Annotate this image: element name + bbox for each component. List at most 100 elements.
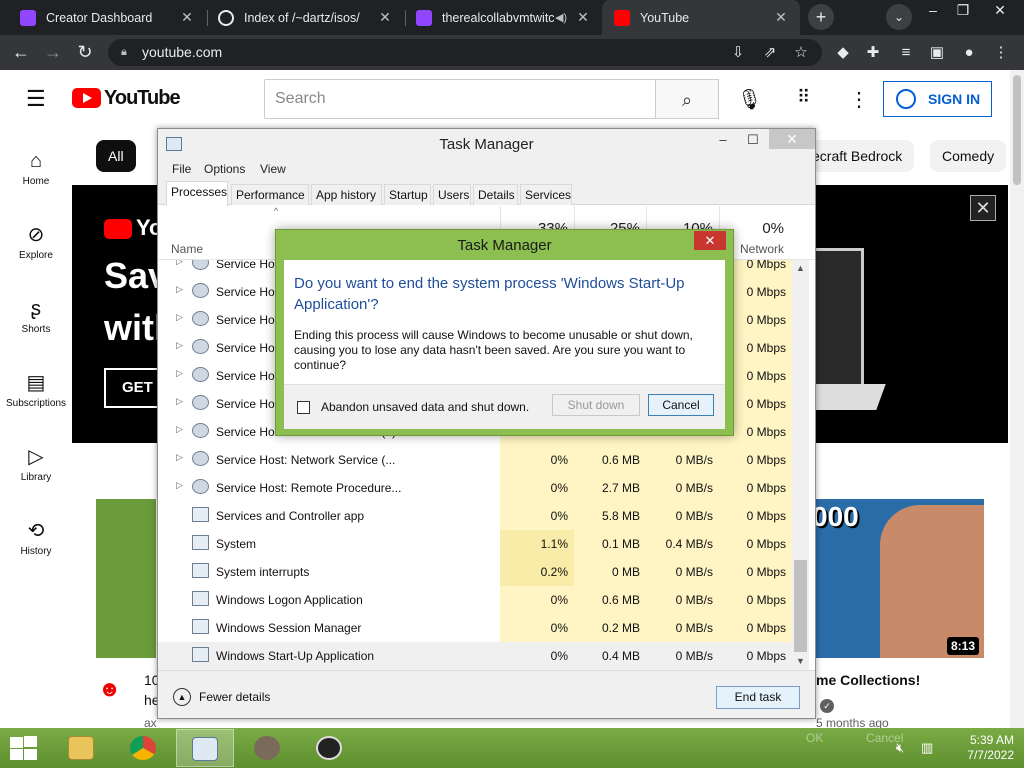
side-panel-icon[interactable]: ▣ [924, 35, 950, 70]
search-button[interactable]: ⌕ [655, 79, 719, 119]
start-button[interactable] [8, 735, 38, 761]
process-row[interactable]: System interrupts 0.2% 0 MB 0 MB/s 0 Mbps [158, 558, 798, 586]
tab-processes[interactable]: Processes [166, 181, 228, 206]
process-row[interactable]: Windows Session Manager 0% 0.2 MB 0 MB/s 0 M… [158, 614, 798, 642]
scrollbar-thumb[interactable] [1013, 75, 1021, 185]
new-tab-button[interactable]: + [808, 4, 834, 30]
video-title[interactable]: me Collections! [816, 672, 920, 688]
taskbar-app[interactable] [238, 729, 296, 767]
sidebar-item-shorts[interactable]: ʂ Shorts [0, 294, 72, 335]
close-icon[interactable]: ✕ [694, 231, 726, 250]
close-icon[interactable]: ✕ [180, 9, 194, 26]
process-row[interactable]: ▷ Service Host: Network Service (... 0% 0.6… [158, 446, 798, 474]
cancel-button[interactable]: Cancel [648, 394, 714, 416]
expand-arrow-icon[interactable]: ▷ [176, 424, 183, 435]
media-control-icon[interactable]: ≡ [893, 35, 919, 70]
scrollbar-thumb[interactable] [794, 560, 807, 652]
apps-grid-icon[interactable]: ⠿ [797, 87, 810, 108]
forward-arrow-icon[interactable]: → [38, 35, 68, 70]
process-row[interactable]: System 1.1% 0.1 MB 0.4 MB/s 0 Mbps [158, 530, 798, 558]
close-icon[interactable]: ✕ [378, 9, 392, 26]
share-icon[interactable]: ⇗ [757, 35, 783, 70]
volume-muted-icon[interactable]: 🔇︎ [896, 740, 904, 756]
sidebar-item-library[interactable]: ▷ Library [0, 442, 72, 483]
sign-in-button[interactable]: SIGN IN [883, 81, 992, 117]
sidebar-item-home[interactable]: ⌂ Home [0, 146, 72, 187]
install-icon[interactable]: ⇩ [725, 35, 751, 70]
hamburger-menu-icon[interactable]: ☰ [26, 86, 46, 112]
extension-icon[interactable]: ◆ [830, 35, 856, 70]
expand-arrow-icon[interactable]: ▷ [176, 396, 183, 407]
menu-file[interactable]: File [172, 162, 191, 176]
back-arrow-icon[interactable]: ← [6, 35, 36, 70]
close-icon[interactable]: ✕ [774, 9, 788, 26]
close-icon[interactable]: ✕ [970, 195, 996, 221]
abandon-data-label[interactable]: Abandon unsaved data and shut down. [321, 400, 529, 414]
minimize-icon[interactable]: – [708, 129, 738, 151]
bookmark-star-icon[interactable]: ☆ [788, 35, 814, 70]
process-row[interactable]: ▷ Service Host: Remote Procedure... 0% 2.7 … [158, 474, 798, 502]
taskbar-obs[interactable] [300, 729, 358, 767]
restore-icon[interactable]: ❐ [948, 0, 978, 20]
puzzle-icon[interactable]: ✚ [860, 35, 886, 70]
chevron-up-icon[interactable]: ▲ [173, 688, 191, 706]
reload-icon[interactable]: ↻ [70, 35, 100, 70]
process-row[interactable]: Services and Controller app 0% 5.8 MB 0 MB/… [158, 502, 798, 530]
tab-services[interactable]: Services [520, 184, 572, 205]
end-task-button[interactable]: End task [716, 686, 800, 709]
tab-search-button[interactable]: ⌄ [886, 4, 912, 30]
tab-app-history[interactable]: App history [311, 184, 382, 205]
chip-all[interactable]: All [96, 140, 136, 172]
speaker-icon[interactable]: ◀) [554, 11, 568, 24]
expand-arrow-icon[interactable]: ▷ [176, 480, 183, 491]
chip-comedy[interactable]: Comedy [930, 140, 1007, 172]
tab-youtube[interactable]: YouTube ✕ [602, 0, 800, 35]
tab-performance[interactable]: Performance [231, 184, 309, 205]
video-thumbnail[interactable] [96, 499, 156, 658]
tab-startup[interactable]: Startup [384, 184, 431, 205]
kebab-menu-icon[interactable]: ⋮ [988, 35, 1014, 70]
close-icon[interactable]: ✕ [769, 129, 815, 149]
address-bar[interactable]: 🔒︎ youtube.com [108, 39, 822, 66]
column-name[interactable]: Name [171, 242, 203, 256]
process-list-scrollbar[interactable]: ▲ ▼ [792, 260, 809, 670]
abandon-data-checkbox[interactable] [297, 401, 310, 414]
channel-avatar[interactable]: ☻ [98, 676, 121, 702]
sidebar-item-explore[interactable]: ⊘ Explore [0, 220, 72, 261]
shut-down-button[interactable]: Shut down [552, 394, 640, 416]
maximize-icon[interactable]: ☐ [738, 129, 768, 151]
close-icon[interactable]: ✕ [576, 9, 590, 26]
sidebar-item-history[interactable]: ⟲ History [0, 516, 72, 557]
microphone-icon[interactable]: 🎙︎ [737, 87, 762, 112]
tab-details[interactable]: Details [473, 184, 518, 205]
settings-kebab-icon[interactable]: ⋮ [849, 87, 869, 112]
tab-collabvm-twitch[interactable]: therealcollabvmtwitch ◀) ✕ [404, 0, 602, 35]
page-scrollbar[interactable] [1010, 70, 1024, 728]
expand-arrow-icon[interactable]: ▷ [176, 368, 183, 379]
taskbar-file-explorer[interactable] [52, 729, 110, 767]
process-row[interactable]: Windows Start-Up Application 0% 0.4 MB 0 MB… [158, 642, 798, 670]
taskbar-task-manager[interactable] [176, 729, 234, 767]
expand-arrow-icon[interactable]: ▷ [176, 340, 183, 351]
close-window-icon[interactable]: ✕ [985, 0, 1015, 20]
clock[interactable]: 5:39 AM 7/7/2022 [944, 733, 1014, 763]
profile-icon[interactable]: ● [956, 35, 982, 70]
menu-view[interactable]: View [260, 162, 286, 176]
taskbar-chrome[interactable] [114, 729, 172, 767]
expand-arrow-icon[interactable]: ▷ [176, 452, 183, 463]
tab-creator-dashboard[interactable]: Creator Dashboard ✕ [8, 0, 206, 35]
scroll-up-arrow-icon[interactable]: ▲ [792, 260, 809, 277]
youtube-logo-text[interactable]: YouTube [104, 87, 181, 110]
sidebar-item-subscriptions[interactable]: ▤ Subscriptions [0, 368, 72, 409]
youtube-logo-icon[interactable] [72, 88, 101, 108]
tab-users[interactable]: Users [433, 184, 471, 205]
network-icon[interactable]: ▥ [921, 740, 933, 756]
minimize-icon[interactable]: – [918, 0, 948, 20]
tab-index-isos[interactable]: Index of /~dartz/isos/ ✕ [206, 0, 404, 35]
scroll-down-arrow-icon[interactable]: ▼ [792, 653, 809, 670]
search-input[interactable]: Search [264, 79, 656, 119]
menu-options[interactable]: Options [204, 162, 245, 176]
expand-arrow-icon[interactable]: ▷ [176, 260, 183, 267]
fewer-details-link[interactable]: Fewer details [199, 690, 270, 704]
expand-arrow-icon[interactable]: ▷ [176, 312, 183, 323]
